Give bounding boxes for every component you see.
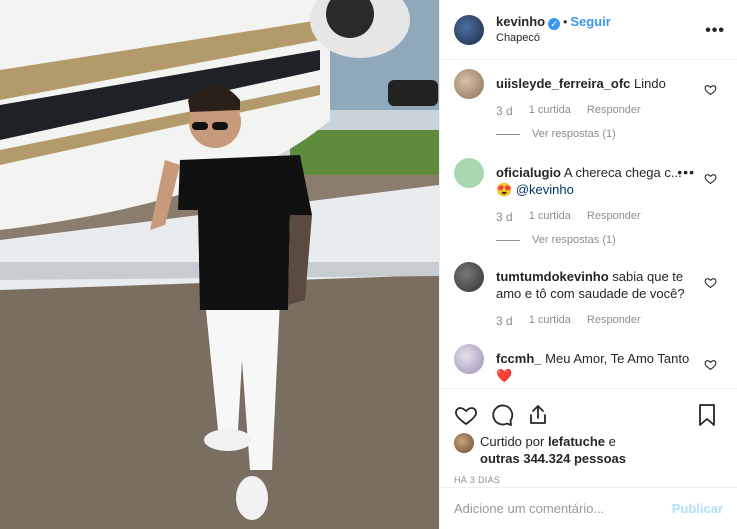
comment-bubble-icon[interactable] [490, 403, 514, 427]
replies-line [496, 133, 520, 135]
bookmark-icon[interactable] [695, 403, 719, 427]
add-comment-bar: Publicar [440, 487, 737, 529]
like-comment-heart-icon[interactable] [704, 172, 717, 185]
comment-item: tumtumdokevinho sabia que te amo e tô co… [454, 262, 723, 328]
separator-dot: • [563, 14, 568, 29]
commenter-username[interactable]: uiisleyde_ferreira_ofc [496, 76, 630, 91]
liked-by-prefix: Curtido por [480, 434, 545, 449]
comment-text: tumtumdokevinho sabia que te amo e tô co… [496, 262, 723, 302]
comment-emoji: ❤️ [496, 368, 513, 383]
likes-text: Curtido por lefatuche e outras 344.324 p… [480, 433, 626, 467]
author-avatar[interactable] [454, 14, 484, 45]
comment-meta: 3 d 1 curtida Responder [496, 104, 723, 118]
like-comment-heart-icon[interactable] [704, 276, 717, 289]
comment-item: uiisleyde_ferreira_ofc Lindo 3 d 1 curti… [454, 69, 723, 140]
like-comment-heart-icon[interactable] [704, 358, 717, 371]
likes-summary: Curtido por lefatuche e outras 344.324 p… [454, 433, 723, 467]
comment-body: Meu Amor, Te Amo Tanto [545, 351, 690, 366]
comment-time: 3 d [496, 104, 513, 118]
liker-username[interactable]: lefatuche [548, 434, 605, 449]
view-replies-label: Ver respostas (1) [532, 234, 616, 246]
comment-emoji: 😍 [496, 182, 513, 197]
comment-body: Lindo [634, 76, 666, 91]
view-replies-label: Ver respostas (1) [532, 128, 616, 140]
post-actions: Curtido por lefatuche e outras 344.324 p… [440, 388, 737, 485]
reply-button[interactable]: Responder [587, 210, 641, 224]
comment-time: 3 d [496, 210, 513, 224]
comment-options-icon[interactable]: ••• [677, 164, 695, 180]
liker-avatar[interactable] [454, 433, 474, 453]
like-comment-heart-icon[interactable] [704, 83, 717, 96]
comment-mention-link[interactable]: @kevinho [516, 182, 574, 197]
publish-button[interactable]: Publicar [672, 501, 723, 516]
likes-count-button[interactable]: outras 344.324 pessoas [480, 451, 626, 466]
comment-text: fccmh_ Meu Amor, Te Amo Tanto ❤️ [496, 344, 723, 384]
commenter-username[interactable]: fccmh_ [496, 351, 542, 366]
post-location[interactable]: Chapecó [496, 30, 611, 46]
more-options-icon[interactable]: ••• [705, 22, 725, 40]
comment-likes[interactable]: 1 curtida [529, 104, 571, 118]
comment-body: A chereca chega c... [563, 165, 682, 180]
share-icon[interactable] [526, 403, 550, 427]
comment-text: uiisleyde_ferreira_ofc Lindo [496, 69, 723, 92]
commenter-avatar[interactable] [454, 158, 484, 188]
reply-button[interactable]: Responder [587, 104, 641, 118]
comment-likes[interactable]: 1 curtida [529, 210, 571, 224]
reply-button[interactable]: Responder [587, 314, 641, 328]
comment-input[interactable] [454, 501, 672, 516]
commenter-avatar[interactable] [454, 262, 484, 292]
comment-meta: 3 d 1 curtida Responder [496, 314, 723, 328]
author-info: kevinho ✓ • Seguir Chapecó [496, 14, 611, 46]
view-replies-button[interactable]: Ver respostas (1) [496, 234, 723, 246]
follow-button[interactable]: Seguir [570, 14, 610, 29]
commenter-avatar[interactable] [454, 69, 484, 99]
comment-meta: 3 d 1 curtida Responder [496, 210, 723, 224]
view-replies-button[interactable]: Ver respostas (1) [496, 128, 723, 140]
like-heart-icon[interactable] [454, 403, 478, 427]
post-timestamp[interactable]: HÁ 3 DIAS [454, 475, 723, 485]
replies-line [496, 239, 520, 241]
action-icons-row [454, 397, 723, 433]
commenter-username[interactable]: tumtumdokevinho [496, 269, 609, 284]
post-photo-illustration [0, 0, 439, 529]
comment-time: 3 d [496, 314, 513, 328]
comment-item: oficialugio A chereca chega c... 😍 @kevi… [454, 158, 723, 246]
comments-list[interactable]: uiisleyde_ferreira_ofc Lindo 3 d 1 curti… [440, 61, 737, 387]
liked-by-and: e [608, 434, 616, 449]
post-sidebar: kevinho ✓ • Seguir Chapecó ••• uiisleyde_fe… [439, 0, 737, 529]
author-username[interactable]: kevinho [496, 14, 545, 29]
comment-item: fccmh_ Meu Amor, Te Amo Tanto ❤️ [454, 344, 723, 384]
commenter-username[interactable]: oficialugio [496, 165, 561, 180]
comment-likes[interactable]: 1 curtida [529, 314, 571, 328]
commenter-avatar[interactable] [454, 344, 484, 374]
post-photo[interactable] [0, 0, 439, 529]
post-header: kevinho ✓ • Seguir Chapecó ••• [440, 0, 737, 60]
verified-badge-icon: ✓ [548, 17, 561, 30]
